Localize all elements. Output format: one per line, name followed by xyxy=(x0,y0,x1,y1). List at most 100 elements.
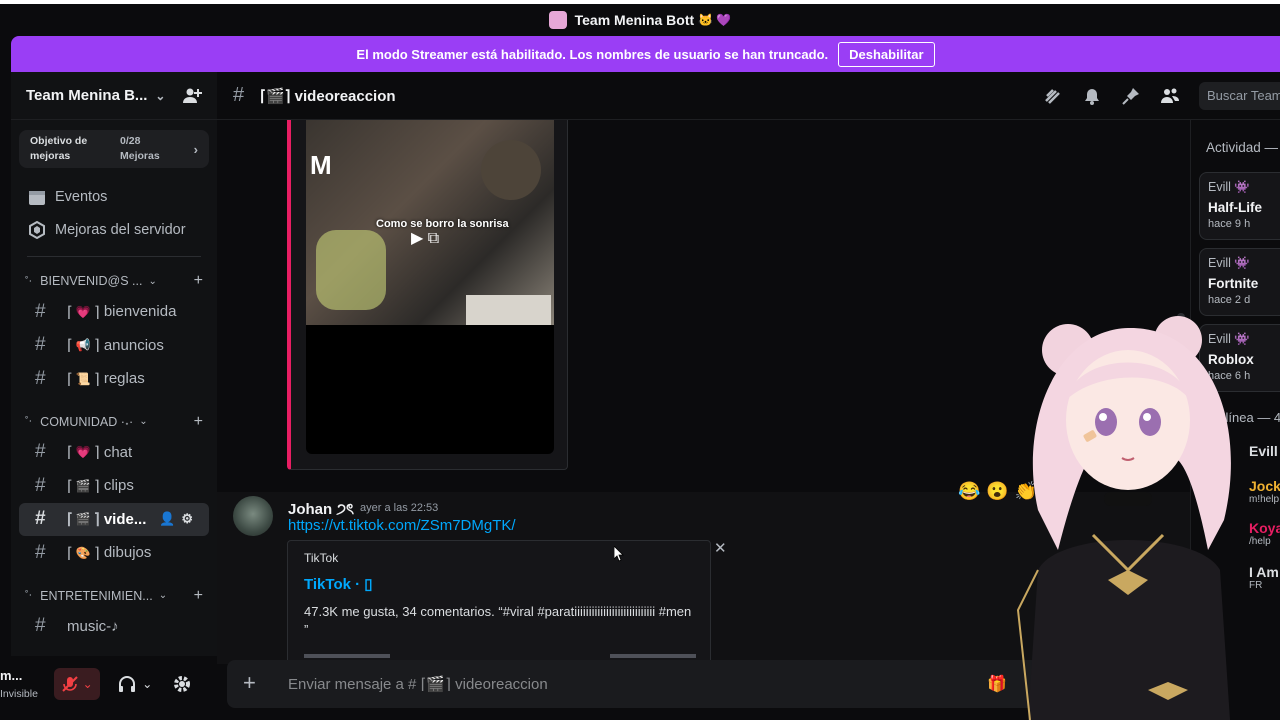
invite-people-icon[interactable] xyxy=(182,86,202,106)
hash-icon: # xyxy=(35,300,46,322)
server-header[interactable]: Team Menina B... ⌄ xyxy=(11,72,217,120)
channel-music[interactable]: # music-♪ xyxy=(19,610,209,644)
category-hook-icon: ˚‧ xyxy=(25,416,33,428)
user-settings-gear-icon[interactable] xyxy=(168,670,196,698)
channel-reglas[interactable]: # ⌈ 📜 ⌉ reglas xyxy=(19,362,209,396)
search-input[interactable]: Buscar Team xyxy=(1199,82,1280,110)
avatar[interactable] xyxy=(233,496,273,536)
boost-progress: 0/28 Mejoras xyxy=(120,135,160,162)
category-welcome[interactable]: ˚‧ BIENVENID@S ... ⌄ + xyxy=(11,269,217,293)
chevron-down-icon: ⌄ xyxy=(148,275,157,287)
link-embed: TikTok TikTok · ▯ 47.3K me gusta, 34 com… xyxy=(287,540,711,664)
activity-game: Half-Life xyxy=(1208,200,1262,215)
user-status: Invisible xyxy=(0,688,38,700)
muted-mic-icon[interactable]: ⌄ xyxy=(54,668,100,700)
category-community[interactable]: ˚‧ COMUNIDAD ·˖· ⌄ + xyxy=(11,410,217,434)
hash-icon: # xyxy=(35,615,46,637)
channel-name: dibujos xyxy=(103,544,152,562)
activity-header: Actividad — xyxy=(1206,140,1279,155)
user-panel: m... Invisible ⌄ ⌄ xyxy=(0,656,217,720)
streamer-mode-notice: El modo Streamer está habilitado. Los no… xyxy=(11,36,1280,72)
vtuber-avatar-overlay xyxy=(1016,316,1231,720)
add-channel-icon[interactable]: + xyxy=(194,587,203,605)
add-channel-icon[interactable]: + xyxy=(194,272,203,290)
boost-goal-label: Objetivo de mejoras xyxy=(30,135,88,162)
channel-bienvenida[interactable]: # ⌈ 💗 ⌉ bienvenida xyxy=(19,295,209,329)
channel-name: music-♪ xyxy=(67,617,119,635)
invite-member-icon[interactable]: 👤 xyxy=(159,511,175,527)
chevron-down-icon: ⌄ xyxy=(139,416,148,427)
message-composer[interactable]: + Enviar mensaje a # ⌈🎬⌉ videoreaccion 🎁 xyxy=(227,660,1053,708)
channel-name: reglas xyxy=(103,370,145,388)
embed-title[interactable]: TikTok · ▯ xyxy=(304,575,373,593)
chevron-down-icon: ⌄ xyxy=(155,88,166,103)
channel-emoji: 💗 xyxy=(75,304,91,319)
channel-emoji: 📢 xyxy=(75,338,91,353)
activity-game: Fortnite xyxy=(1208,276,1259,291)
activity-time: hace 9 h xyxy=(1208,218,1251,230)
channel-name: bienvenida xyxy=(103,303,177,321)
add-channel-icon[interactable]: + xyxy=(194,413,203,431)
server-name: Team Menina B... xyxy=(26,87,148,104)
reaction-laugh[interactable]: 😂 xyxy=(958,481,980,502)
hash-icon: # xyxy=(35,474,46,496)
channel-clips[interactable]: # ⌈ 🎬 ⌉ clips xyxy=(19,469,209,503)
embed-provider: TikTok xyxy=(304,551,339,565)
channel-name: clips xyxy=(103,477,134,495)
channel-name: chat xyxy=(103,443,133,461)
activity-card[interactable]: Evill 👾 Half-Life hace 9 h xyxy=(1199,172,1280,240)
channel-emoji: 🎬 xyxy=(75,512,91,527)
chevron-right-icon: › xyxy=(193,141,198,157)
channel-emoji: 🎨 xyxy=(75,545,91,560)
boost-goal-bar[interactable]: Objetivo de mejoras 0/28 Mejoras › xyxy=(19,130,209,168)
channel-emoji: 📜 xyxy=(75,371,91,386)
disable-streamer-button[interactable]: Deshabilitar xyxy=(838,41,935,67)
window-title-emoji: 🐱 💜 xyxy=(698,13,732,27)
channel-sidebar: Team Menina B... ⌄ Objetivo de mejoras 0… xyxy=(11,72,217,720)
add-attachment-icon[interactable]: + xyxy=(243,672,256,694)
chevron-down-icon: ⌄ xyxy=(158,590,168,601)
embed-media-bar xyxy=(610,654,696,658)
title-bar: Team Menina Bott 🐱 💜 xyxy=(0,0,1280,36)
headphones-icon[interactable]: ⌄ xyxy=(112,670,158,698)
channel-anuncios[interactable]: # ⌈ 📢 ⌉ anuncios xyxy=(19,329,209,363)
activity-time: hace 2 d xyxy=(1208,294,1251,306)
activity-card[interactable]: Evill 👾 Fortnite hace 2 d xyxy=(1199,248,1280,316)
video-player[interactable]: M Como se borro la sonrisa ▶ ⧉ xyxy=(306,120,554,454)
notification-bell-icon[interactable] xyxy=(1082,84,1102,108)
events-item[interactable]: Eventos xyxy=(11,180,217,213)
remove-embed-close-icon[interactable]: ✕ xyxy=(714,539,727,557)
member-list-icon[interactable] xyxy=(1160,84,1180,108)
server-icon xyxy=(548,11,567,29)
server-boost-label: Mejoras del servidor xyxy=(55,221,186,238)
pin-icon[interactable] xyxy=(1121,84,1141,108)
video-embed: M Como se borro la sonrisa ▶ ⧉ xyxy=(287,120,568,470)
window-title: Team Menina Bott xyxy=(574,12,695,28)
message-input[interactable]: Enviar mensaje a # ⌈🎬⌉ videoreaccion xyxy=(288,675,548,693)
activity-user: Evill 👾 xyxy=(1208,256,1250,270)
notice-text: El modo Streamer está habilitado. Los no… xyxy=(356,46,829,62)
channel-title: ⌈🎬⌉ videoreaccion xyxy=(260,87,396,105)
header-toolbar xyxy=(1043,84,1180,108)
message-timestamp: ayer a las 22:53 xyxy=(360,502,439,514)
hash-icon: # xyxy=(35,541,46,563)
channel-videoreaccion[interactable]: # ⌈ 🎬 ⌉ vide... 👤 ⚙ xyxy=(19,502,209,536)
channel-chat[interactable]: # ⌈ 💗 ⌉ chat xyxy=(19,436,209,470)
server-boost-item[interactable]: Mejoras del servidor xyxy=(11,213,217,246)
category-name: BIENVENID@S ... xyxy=(40,274,143,288)
play-icon[interactable]: ▶ ⧉ xyxy=(411,228,441,248)
username[interactable]: m... xyxy=(0,668,22,683)
hash-icon: # xyxy=(35,441,46,463)
category-entertainment[interactable]: ˚‧ ENTRETENIMIEN... ⌄ + xyxy=(11,584,217,608)
category-name: ENTRETENIMIEN... xyxy=(40,588,153,603)
channel-settings-gear-icon[interactable]: ⚙ xyxy=(181,511,193,527)
channel-dibujos[interactable]: # ⌈ 🎨 ⌉ dibujos xyxy=(19,536,209,570)
category-name: COMUNIDAD ·˖· xyxy=(40,414,134,429)
mcdonalds-logo: M xyxy=(310,150,332,180)
video-caption: Como se borro la sonrisa xyxy=(376,218,509,230)
hash-icon: # xyxy=(35,508,46,530)
hash-icon: # xyxy=(233,84,245,106)
message-link[interactable]: https://vt.tiktok.com/ZSm7DMgTK/ xyxy=(288,517,516,534)
threads-icon[interactable] xyxy=(1043,84,1063,108)
category-hook-icon: ˚‧ xyxy=(25,590,33,602)
